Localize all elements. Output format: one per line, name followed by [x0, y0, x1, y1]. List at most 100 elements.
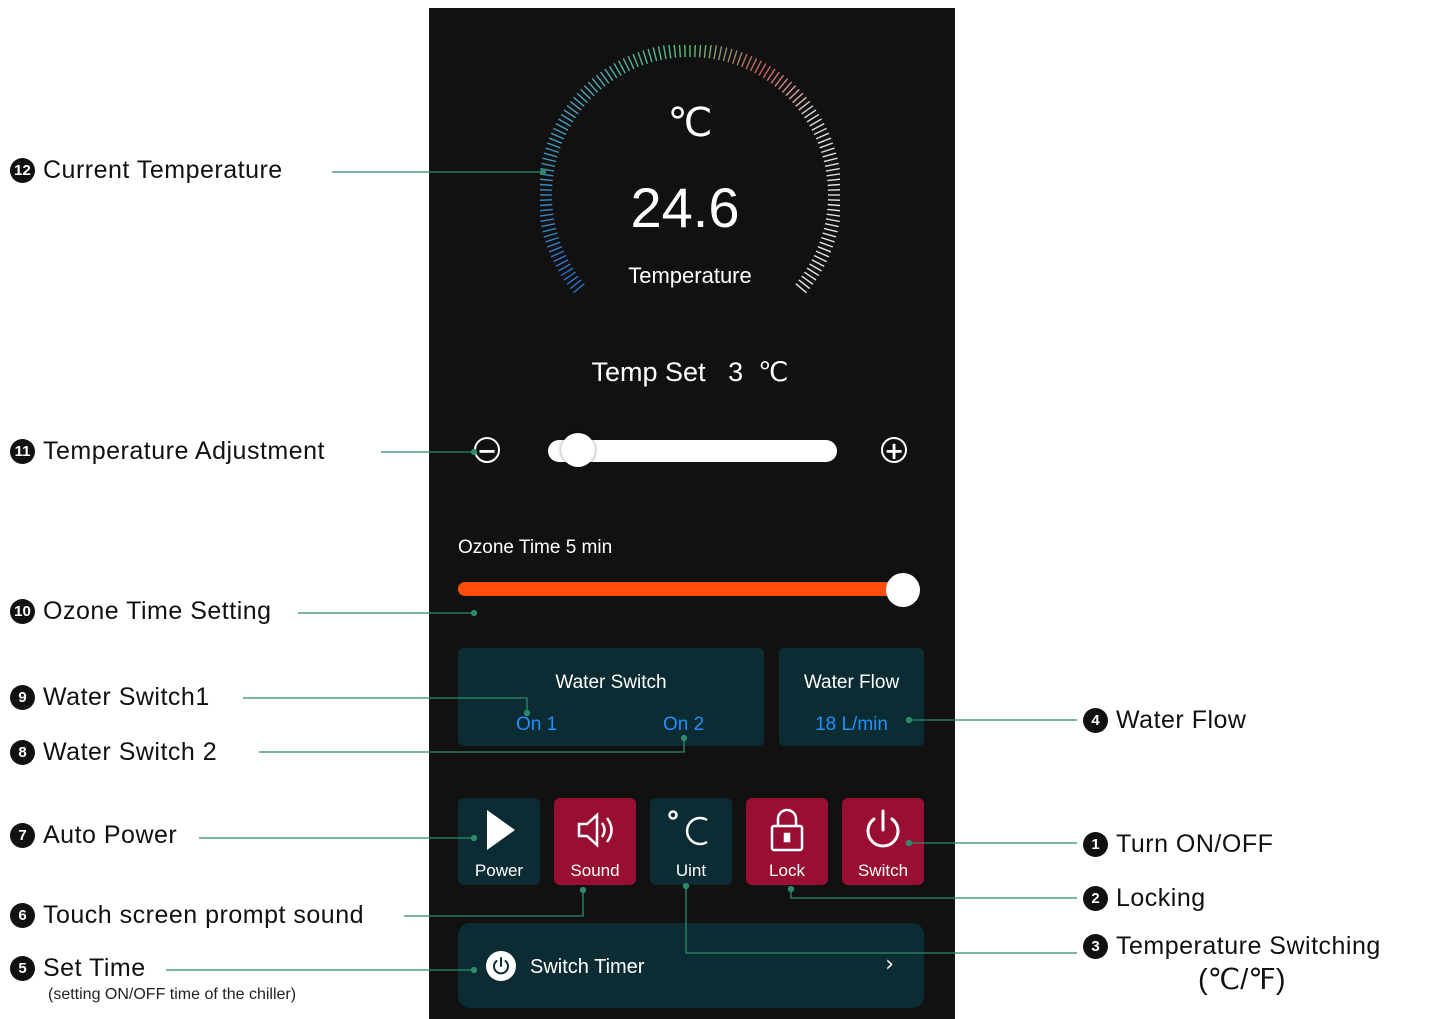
gauge-tick [642, 50, 649, 64]
annotation-number: 7 [10, 823, 35, 848]
annotation-ozone-time-setting: 10 Ozone Time Setting [10, 597, 272, 626]
annotation-text: Water Switch 2 [43, 738, 218, 766]
gauge-tick [540, 213, 554, 217]
gauge-tick [558, 118, 571, 127]
gauge-tick [632, 53, 639, 68]
ozone-time-fill [458, 582, 920, 596]
gauge-tick [542, 157, 557, 163]
water-switch-1[interactable]: On 1 [516, 714, 557, 736]
switch-button[interactable]: Switch [842, 798, 924, 885]
gauge-tick [811, 259, 825, 267]
chevron-right-icon: › [885, 952, 894, 977]
annotation-turn-on-off: 1 Turn ON/OFF [1083, 830, 1273, 859]
gauge-tick [821, 236, 835, 243]
gauge-tick [754, 60, 762, 74]
temp-set-value: 3 [728, 357, 744, 387]
temp-set-label: Temp Set [591, 357, 706, 387]
annotation-water-flow: 4 Water Flow [1083, 706, 1246, 735]
annotation-text: Auto Power [43, 821, 178, 849]
gauge-tick [678, 45, 682, 58]
lock-button[interactable]: Lock [746, 798, 828, 885]
play-icon [458, 806, 540, 854]
annotation-number: 3 [1083, 934, 1108, 959]
water-flow-title: Water Flow [803, 672, 900, 693]
gauge-tick [813, 254, 827, 263]
gauge-tick [540, 183, 553, 187]
gauge-tick [736, 51, 743, 66]
gauge-tick [827, 203, 840, 207]
power-icon [842, 806, 924, 854]
gauge-tick [826, 173, 840, 177]
gauge-tick [553, 254, 567, 263]
plus-circle-icon[interactable]: + [881, 437, 907, 463]
gauge-tick [758, 63, 767, 76]
water-switch-2[interactable]: On 2 [663, 714, 704, 736]
gauge-tick [622, 58, 631, 72]
unit-button-label: Uint [675, 861, 707, 880]
gauge-tick [637, 51, 644, 66]
annotation-text: Set Time [43, 954, 146, 982]
gauge-tick [825, 218, 840, 223]
gauge-tick [817, 137, 832, 144]
gauge-tick [540, 167, 555, 172]
set-time-note: (setting ON/OFF time of the chiller) [48, 986, 297, 1003]
gauge-tick [657, 46, 662, 61]
gauge-tick [826, 213, 840, 217]
gauge-tick [708, 45, 712, 59]
unit-button[interactable]: Uint [650, 798, 732, 885]
annotation-text: Temperature Adjustment [43, 437, 325, 465]
annotation-number: 1 [1083, 832, 1108, 857]
annotation-number: 11 [10, 439, 35, 464]
sound-button-label: Sound [570, 861, 620, 880]
gauge-tick [827, 183, 840, 187]
annotation-text: Ozone Time Setting [43, 597, 272, 625]
annotation-text: Locking [1116, 884, 1206, 912]
gauge-tick [713, 45, 718, 60]
minus-circle-icon[interactable]: − [474, 437, 500, 463]
water-switch-card: Water Switch On 1 On 2 [458, 648, 764, 746]
gauge-tick [827, 178, 840, 182]
water-flow-card: Water Flow 18 L/min [779, 648, 924, 746]
gauge-tick [652, 47, 658, 62]
annotation-text: Water Flow [1116, 706, 1247, 734]
gauge-tick [817, 246, 832, 253]
water-switch-title: Water Switch [555, 672, 667, 693]
power-button[interactable]: Power [458, 798, 540, 885]
gauge-tick [553, 127, 567, 136]
annotation-number: 4 [1083, 708, 1108, 733]
power-button-label: Power [474, 861, 524, 880]
annotation-number: 12 [10, 158, 35, 183]
power-icon [486, 951, 516, 981]
ozone-time-slider-handle[interactable] [886, 573, 920, 607]
switch-timer-row[interactable]: Switch Timer › [458, 923, 924, 1008]
gauge-tick [727, 48, 733, 63]
temperature-switching-units: (℃/℉) [1198, 964, 1286, 996]
gauge-tick [540, 218, 555, 223]
gauge-tick [627, 55, 635, 70]
water-flow-value: 18 L/min [815, 714, 888, 735]
gauge-tick [613, 63, 622, 76]
gauge-tick [673, 45, 677, 58]
gauge-tick [815, 132, 830, 140]
lock-button-label: Lock [769, 861, 805, 880]
gauge-tick [811, 123, 825, 131]
temp-adjust-slider-handle[interactable] [560, 433, 595, 467]
sound-button[interactable]: Sound [554, 798, 636, 885]
annotation-text: Turn ON/OFF [1116, 830, 1274, 858]
gauge-tick [555, 123, 569, 131]
temperature-unit: ℃ [667, 100, 713, 146]
annotation-water-switch-1: 9 Water Switch1 [10, 683, 210, 712]
gauge-tick [647, 48, 653, 63]
temperature-caption: Temperature [628, 263, 752, 288]
switch-button-label: Switch [857, 861, 909, 880]
annotation-text: Touch screen prompt sound [43, 901, 365, 929]
celsius-icon [650, 806, 732, 854]
ozone-time-slider[interactable] [458, 582, 920, 596]
annotation-auto-power: 7 Auto Power [10, 821, 177, 850]
gauge-tick [546, 142, 561, 149]
gauge-tick [548, 137, 563, 144]
gauge-tick [555, 259, 569, 267]
gauge-tick [745, 55, 753, 70]
annotation-temperature-adjustment: 11 Temperature Adjustment [10, 437, 325, 466]
gauge-tick [540, 208, 553, 212]
